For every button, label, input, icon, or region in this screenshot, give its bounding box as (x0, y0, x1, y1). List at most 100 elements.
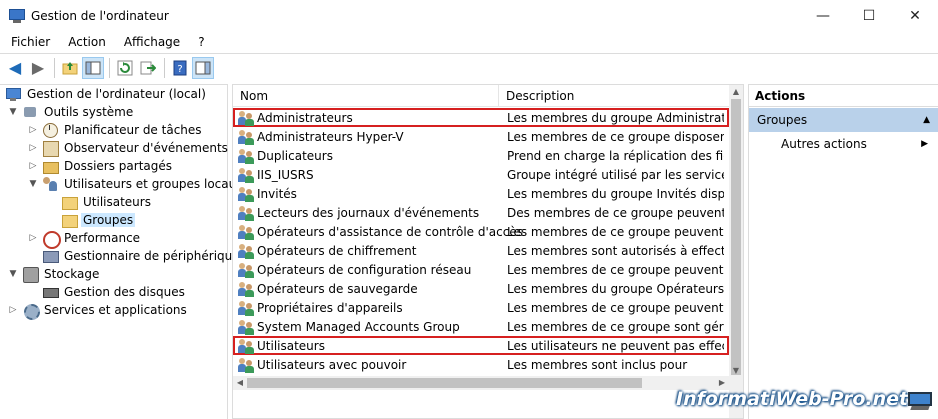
table-row[interactable]: Lecteurs des journaux d'événements Des me… (233, 203, 729, 222)
description-cell: Les membres du groupe Administrateurs (507, 110, 724, 125)
scroll-left-icon[interactable]: ◀ (233, 376, 247, 390)
laptop-logo-icon (908, 392, 932, 412)
scroll-down-icon[interactable]: ▼ (729, 364, 743, 378)
forward-arrow-icon: ▶ (31, 57, 45, 77)
show-hide-action-pane-button[interactable] (192, 56, 214, 79)
table-row[interactable]: System Managed Accounts Group Les membres… (233, 317, 729, 336)
tree-item-disk-management[interactable]: Gestion des disques (42, 283, 187, 301)
expand-chevron-icon[interactable]: ▷ (7, 305, 19, 315)
group-icon (238, 148, 254, 164)
vertical-scrollbar[interactable]: ▲ ▼ (729, 85, 743, 418)
horizontal-scrollbar[interactable]: ◀ ▶ (233, 376, 729, 390)
table-row[interactable]: Opérateurs de sauvegarde Les membres du g… (233, 279, 729, 298)
performance-icon (42, 230, 61, 249)
collapse-chevron-icon[interactable]: ▼ (27, 179, 39, 189)
tree-item-task-scheduler[interactable]: ▷ Planificateur de tâches (27, 121, 204, 139)
name-cell: Invités (233, 186, 500, 202)
menu-action[interactable]: Action (62, 35, 112, 49)
group-icon (238, 281, 254, 297)
tree-item-local-users-groups[interactable]: ▼ Utilisateurs et groupes locaux (27, 175, 245, 193)
description-cell: Les utilisateurs ne peuvent pas effectue… (507, 338, 724, 353)
group-name: Invités (257, 186, 297, 201)
group-icon (238, 110, 254, 126)
watermark-text: InformatiWeb-Pro.net (676, 388, 909, 410)
table-row[interactable]: Administrateurs Les membres du groupe Adm… (233, 108, 729, 127)
group-icon (238, 167, 254, 183)
description-cell: Les membres du groupe Invités disposent (507, 186, 724, 201)
column-header-description[interactable]: Description (499, 85, 729, 107)
storage-icon (22, 266, 39, 283)
minimize-button[interactable]: — (800, 0, 846, 31)
tree-item-system-tools[interactable]: ▼ Outils système (7, 103, 135, 121)
computer-icon (5, 86, 21, 102)
description-cell: Les membres de ce groupe disposent d'un (507, 129, 724, 144)
toolbar-separator (54, 57, 55, 78)
expand-chevron-icon[interactable]: ▷ (27, 143, 39, 153)
back-arrow-icon: ◀ (8, 57, 22, 77)
table-row[interactable]: Utilisateurs avec pouvoir Les membres son… (233, 355, 729, 374)
show-hide-tree-button[interactable] (82, 56, 104, 79)
close-button[interactable]: ✕ (892, 0, 938, 31)
group-icon (238, 262, 254, 278)
menu-affichage[interactable]: Affichage (118, 35, 186, 49)
collapse-triangle-icon[interactable]: ▲ (923, 108, 930, 132)
tree-item-event-viewer[interactable]: ▷ Observateur d'événements (27, 139, 230, 157)
table-row[interactable]: Opérateurs d'assistance de contrôle d'ac… (233, 222, 729, 241)
export-list-button[interactable] (137, 57, 159, 79)
expand-chevron-icon[interactable]: ▷ (27, 233, 39, 243)
clock-icon (42, 122, 58, 138)
table-row[interactable]: Opérateurs de chiffrement Les membres son… (233, 241, 729, 260)
table-row[interactable]: Propriétaires d'appareils Les membres de … (233, 298, 729, 317)
tree-label: Stockage (44, 267, 100, 281)
group-icon (238, 129, 254, 145)
name-cell: Utilisateurs (233, 338, 500, 354)
tree-item-storage[interactable]: ▼ Stockage (7, 265, 101, 283)
expand-chevron-icon[interactable]: ▷ (27, 125, 39, 135)
maximize-button[interactable]: ☐ (846, 0, 892, 31)
disk-icon (42, 284, 59, 300)
menu-help[interactable]: ? (192, 35, 210, 49)
help-button[interactable]: ? (169, 57, 191, 79)
refresh-button[interactable] (114, 57, 136, 79)
list-rows: Administrateurs Les membres du groupe Adm… (233, 108, 729, 374)
shared-folder-icon (42, 158, 59, 174)
table-row[interactable]: IIS_IUSRS Groupe intégré utilisé par les … (233, 165, 729, 184)
tree-item-services-apps[interactable]: ▷ Services et applications (7, 301, 189, 320)
expand-chevron-icon[interactable]: ▷ (27, 161, 39, 171)
tree-item-groups[interactable]: Groupes (61, 211, 136, 229)
group-icon (238, 338, 254, 354)
back-button[interactable]: ◀ (4, 57, 26, 79)
users-icon (42, 176, 58, 192)
menu-fichier[interactable]: Fichier (5, 35, 56, 49)
collapse-chevron-icon[interactable]: ▼ (7, 269, 19, 279)
tools-icon (22, 104, 38, 120)
more-actions-item[interactable]: Autres actions ▶ (749, 132, 938, 156)
scroll-thumb[interactable] (247, 378, 642, 388)
scroll-up-icon[interactable]: ▲ (729, 85, 743, 99)
folder-up-icon (62, 61, 78, 74)
window-title: Gestion de l'ordinateur (31, 8, 169, 23)
up-level-button[interactable] (59, 57, 81, 79)
scroll-thumb[interactable] (731, 99, 741, 375)
table-row[interactable]: Duplicateurs Prend en charge la réplicati… (233, 146, 729, 165)
collapse-chevron-icon[interactable]: ▼ (7, 107, 19, 117)
name-cell: Opérateurs de chiffrement (233, 243, 500, 259)
tree-item-device-manager[interactable]: Gestionnaire de périphériques (42, 247, 248, 265)
tree-item-performance[interactable]: ▷ Performance (27, 229, 142, 249)
tree-item-users[interactable]: Utilisateurs (61, 193, 153, 211)
folder-open-icon (61, 212, 78, 228)
table-row[interactable]: Opérateurs de configuration réseau Les me… (233, 260, 729, 279)
tree-item-root[interactable]: Gestion de l'ordinateur (local) (5, 85, 208, 103)
tree-item-shared-folders[interactable]: ▷ Dossiers partagés (27, 157, 174, 175)
group-name: IIS_IUSRS (257, 167, 314, 182)
table-row[interactable]: Utilisateurs Les utilisateurs ne peuvent … (233, 336, 729, 355)
tree-label: Gestion des disques (64, 285, 185, 299)
table-row[interactable]: Administrateurs Hyper-V Les membres de ce… (233, 127, 729, 146)
description-cell: Les membres de ce groupe sont gérés par (507, 319, 724, 334)
name-cell: Duplicateurs (233, 148, 500, 164)
name-cell: System Managed Accounts Group (233, 319, 500, 335)
actions-group-groups[interactable]: Groupes ▲ (749, 108, 938, 132)
table-row[interactable]: Invités Les membres du groupe Invités dis… (233, 184, 729, 203)
column-header-name[interactable]: Nom (233, 85, 499, 107)
forward-button[interactable]: ▶ (27, 57, 49, 79)
